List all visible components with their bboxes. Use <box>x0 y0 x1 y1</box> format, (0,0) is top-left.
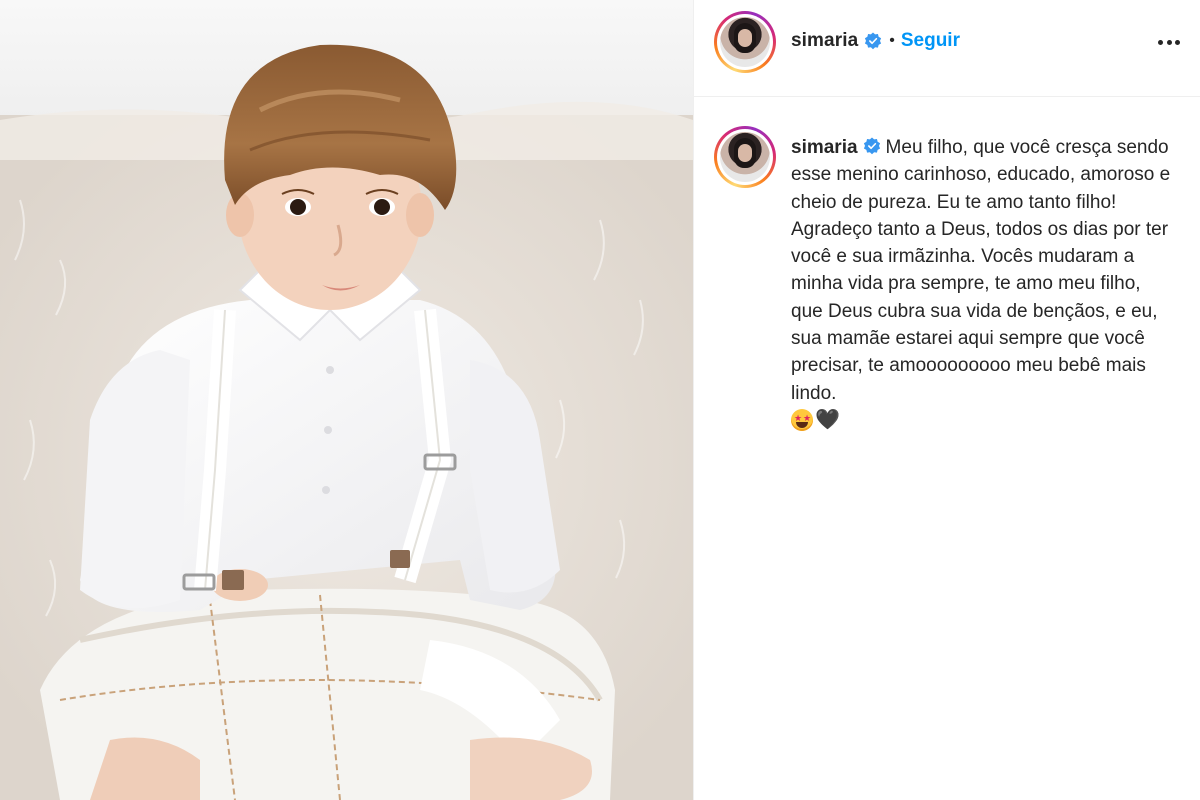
avatar-image <box>720 17 770 67</box>
follow-button[interactable]: Seguir <box>901 30 960 52</box>
caption-text: Meu filho, que você cresça sendo esse me… <box>791 137 1171 404</box>
avatar-frame <box>717 129 773 185</box>
more-dot <box>1175 39 1180 45</box>
more-dot <box>1166 39 1172 45</box>
caption-username[interactable]: simaria <box>791 137 858 158</box>
header-separator: • <box>889 32 895 49</box>
star-struck-emoji-icon: ★ ★ <box>791 408 813 431</box>
post-photo[interactable] <box>0 0 693 800</box>
post-side-panel: simaria • Seguir simaria Meu filho, que … <box>694 0 1200 800</box>
emoji-eye: ★ <box>794 412 803 423</box>
more-options-icon[interactable] <box>1156 31 1182 53</box>
boy-illustration <box>0 44 693 800</box>
verified-badge-icon <box>865 32 882 50</box>
emoji-eye: ★ <box>803 412 812 423</box>
avatar-image <box>720 132 770 182</box>
avatar[interactable] <box>714 11 776 73</box>
caption-avatar[interactable] <box>714 126 776 188</box>
header-username[interactable]: simaria <box>791 30 858 52</box>
caption-emojis: ★ ★ 🖤 <box>791 408 1171 431</box>
avatar-frame <box>717 14 773 70</box>
post-header: simaria • Seguir <box>694 0 1200 97</box>
black-heart-emoji-icon: 🖤 <box>815 408 840 431</box>
post-caption: simaria Meu filho, que você cresça sendo… <box>791 134 1171 431</box>
verified-badge-icon <box>863 137 880 155</box>
emoji-mouth <box>796 421 808 428</box>
header-user-row: simaria • Seguir <box>791 29 960 53</box>
more-dot <box>1158 39 1163 45</box>
